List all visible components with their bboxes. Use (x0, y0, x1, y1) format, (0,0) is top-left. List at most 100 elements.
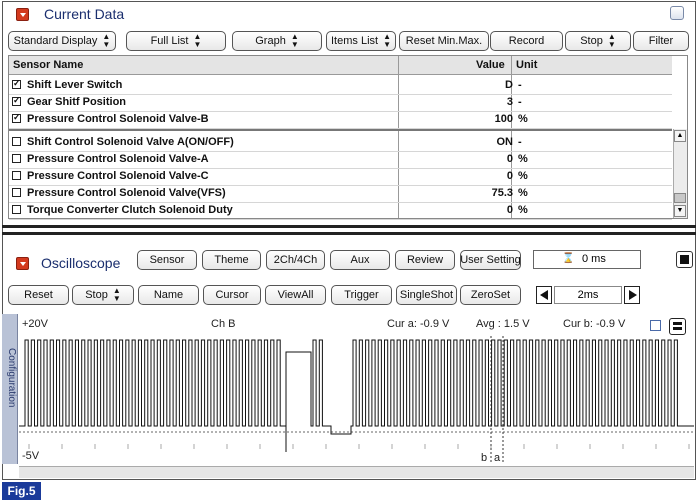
waveform-channel-b (19, 339, 694, 452)
sensor-button[interactable]: Sensor (137, 250, 197, 270)
triangle-left-icon (540, 290, 548, 300)
sensor-value: 75.3 (491, 187, 513, 199)
row-checkbox[interactable] (12, 112, 21, 123)
reset-min-max-button[interactable]: Reset Min.Max. (399, 31, 489, 51)
reset-button[interactable]: Reset (8, 285, 69, 305)
row-checkbox[interactable] (12, 171, 21, 180)
timebase-increase-button[interactable] (624, 286, 640, 304)
theme-button[interactable]: Theme (202, 250, 261, 270)
updown-arrows-icon: ▲ ▼ (290, 32, 299, 49)
panel-splitter[interactable] (2, 232, 696, 235)
channel-label: Ch B (211, 318, 236, 330)
full-list-button[interactable]: Full List ▲ ▼ (126, 31, 226, 51)
scroll-down-icon[interactable]: ▼ (674, 205, 686, 217)
sensor-unit: - (518, 96, 522, 108)
cursor-button[interactable]: Cursor (203, 285, 261, 305)
configuration-tab[interactable]: Configuration (2, 314, 18, 464)
user-setting-button[interactable]: User Setting (460, 250, 521, 270)
plot-scrollbar[interactable] (19, 466, 694, 478)
items-list-button[interactable]: Items List ▲ ▼ (326, 31, 396, 51)
graph-button[interactable]: Graph ▲ ▼ (232, 31, 322, 51)
row-checkbox[interactable] (12, 95, 21, 106)
table-row[interactable]: Gear Shitf Position 3- (8, 94, 673, 111)
row-checkbox[interactable] (12, 154, 21, 163)
collapse-current-data-icon[interactable] (16, 8, 29, 21)
cursor-a-marker[interactable]: a (494, 452, 500, 464)
average-readout: Avg : 1.5 V (476, 318, 530, 330)
trigger-button[interactable]: Trigger (331, 285, 392, 305)
standard-display-button-label: Standard Display (13, 35, 98, 47)
sensor-name: Pressure Control Solenoid Valve(VFS) (27, 187, 226, 199)
filter-button-label: Filter (648, 35, 674, 47)
col-sensor-name[interactable]: Sensor Name (13, 59, 83, 71)
timebase-value: 2ms (554, 286, 622, 304)
viewall-button-label: ViewAll (277, 289, 314, 301)
channel-menu-button[interactable] (669, 318, 686, 335)
row-divider (9, 128, 672, 129)
y-max-label: +20V (22, 318, 48, 330)
menu-bar-icon (673, 327, 682, 330)
scope-plot[interactable] (19, 314, 694, 466)
channel-checkbox[interactable] (650, 320, 661, 331)
row-checkbox[interactable] (12, 137, 21, 146)
sensor-unit: - (518, 136, 522, 148)
sensor-value: 3 (506, 96, 513, 108)
sensor-value: D (505, 79, 513, 91)
updown-arrows-icon: ▲ ▼ (607, 32, 616, 49)
sensor-unit: % (518, 153, 528, 165)
singleshot-button[interactable]: SingleShot (396, 285, 457, 305)
scroll-up-icon[interactable]: ▲ (674, 130, 686, 142)
maximize-icon[interactable] (670, 6, 684, 20)
sensor-name: Pressure Control Solenoid Valve-A (27, 153, 209, 165)
filter-button[interactable]: Filter (633, 31, 689, 51)
triangle-right-icon (629, 290, 637, 300)
trigger-button-label: Trigger (344, 289, 379, 301)
standard-display-button[interactable]: Standard Display ▲ ▼ (8, 31, 116, 51)
table-row[interactable]: Pressure Control Solenoid Valve-B 100% (8, 111, 673, 128)
sensor-name: Torque Converter Clutch Solenoid Duty (27, 204, 233, 216)
collapse-oscilloscope-icon[interactable] (16, 257, 29, 270)
sensor-unit: - (518, 79, 522, 91)
sensor-name: Shift Lever Switch (27, 79, 123, 91)
col-unit[interactable]: Unit (516, 59, 537, 71)
reset-button-label: Reset (24, 289, 53, 301)
row-checkbox[interactable] (12, 78, 21, 89)
viewall-button[interactable]: ViewAll (265, 285, 326, 305)
aux-button[interactable]: Aux (330, 250, 390, 270)
col-value[interactable]: Value (476, 59, 505, 71)
table-row[interactable]: Pressure Control Solenoid Valve-C 0% (8, 168, 673, 185)
timebase-decrease-button[interactable] (536, 286, 552, 304)
sensor-unit: % (518, 113, 528, 125)
table-row[interactable]: Torque Converter Clutch Solenoid Duty 0% (8, 202, 673, 219)
updown-arrows-icon: ▲ ▼ (112, 286, 121, 303)
record-button[interactable]: Record (490, 31, 563, 51)
time-readout-value: 0 ms (582, 253, 606, 265)
stop-record-button[interactable] (676, 251, 693, 268)
zeroset-button[interactable]: ZeroSet (460, 285, 521, 305)
square-icon (680, 255, 689, 264)
sensor-unit: % (518, 170, 528, 182)
row-checkbox[interactable] (12, 205, 21, 214)
panel-splitter[interactable] (2, 225, 696, 228)
stop-button[interactable]: Stop ▲ ▼ (565, 31, 631, 51)
table-row[interactable]: Shift Control Solenoid Valve A(ON/OFF) ON… (8, 134, 673, 151)
2ch-4ch-button[interactable]: 2Ch/4Ch (266, 250, 325, 270)
sensor-value: ON (496, 136, 514, 148)
graph-button-label: Graph (255, 35, 286, 47)
review-button-label: Review (406, 254, 444, 266)
table-row[interactable]: Pressure Control Solenoid Valve(VFS) 75.3… (8, 185, 673, 202)
table-row[interactable]: Pressure Control Solenoid Valve-A 0% (8, 151, 673, 168)
row-divider (9, 219, 672, 220)
scroll-thumb[interactable] (674, 193, 686, 203)
review-button[interactable]: Review (395, 250, 455, 270)
stop-button[interactable]: Stop ▲ ▼ (72, 285, 134, 305)
sensor-name: Shift Control Solenoid Valve A(ON/OFF) (27, 136, 234, 148)
table-row[interactable]: Shift Lever Switch D- (8, 77, 673, 94)
sensor-value: 0 (506, 153, 513, 165)
table-header (9, 56, 672, 75)
pinned-separator (9, 129, 672, 131)
name-button[interactable]: Name (138, 285, 199, 305)
row-checkbox[interactable] (12, 188, 21, 197)
cursor-b-marker[interactable]: b (481, 452, 487, 464)
theme-button-label: Theme (214, 254, 249, 266)
